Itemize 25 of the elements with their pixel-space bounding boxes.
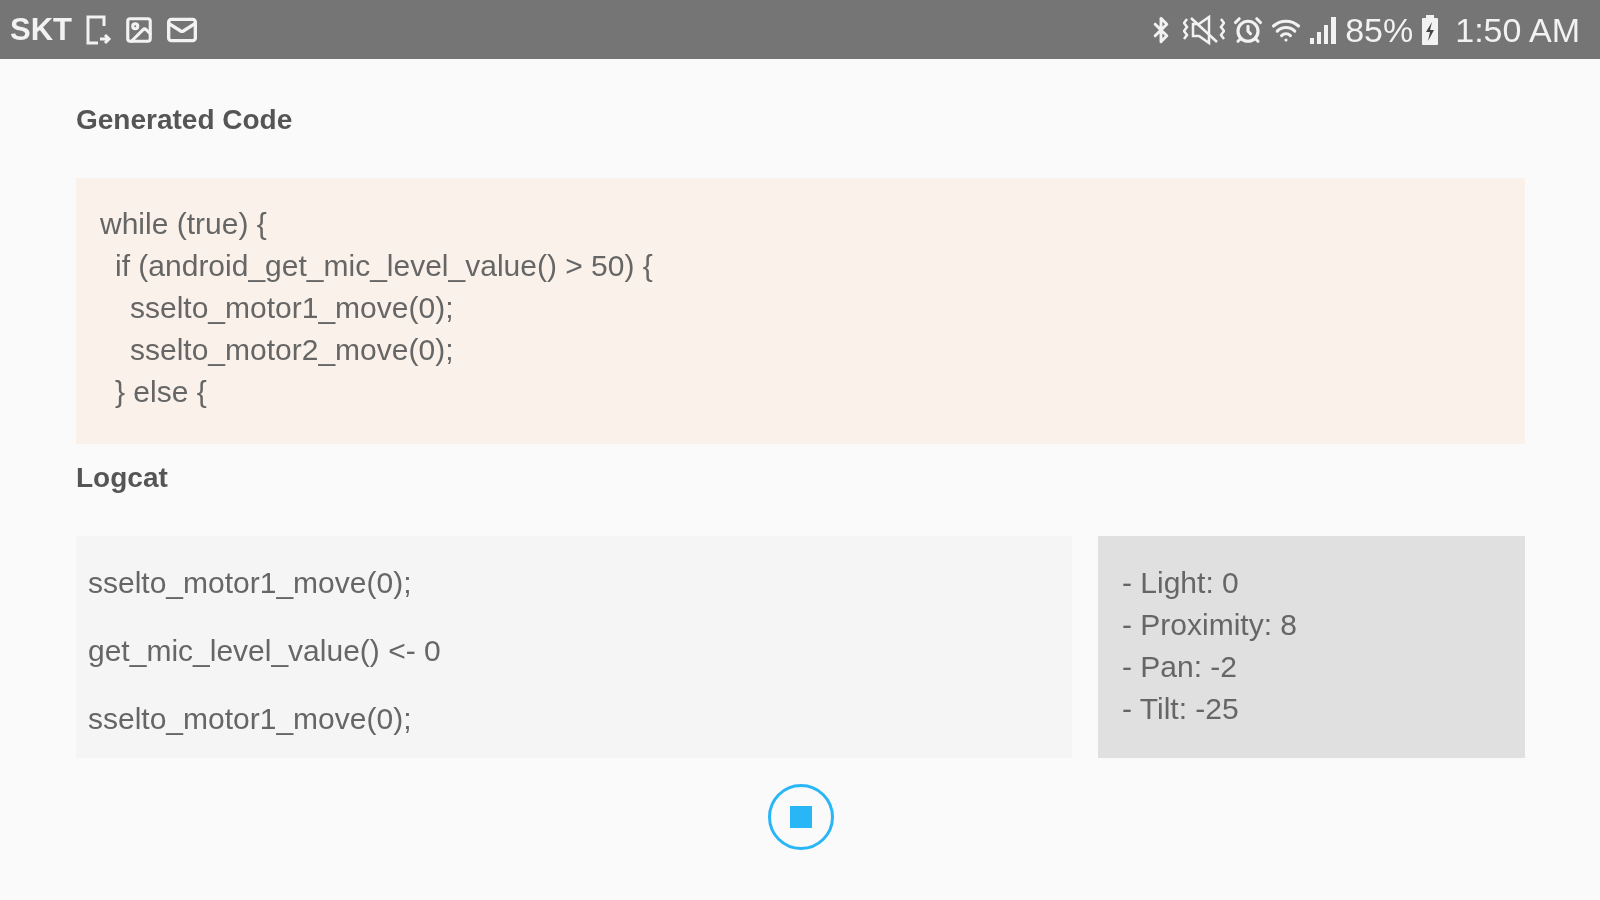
code-line: if (android_get_mic_level_value() > 50) { (115, 248, 653, 284)
code-line: sselto_motor2_move(0); (130, 332, 454, 368)
phone-screen-icon (84, 13, 112, 46)
alarm-clock-icon (1233, 14, 1264, 45)
section-heading: Logcat (76, 463, 168, 493)
stop-button[interactable] (767, 784, 834, 850)
battery-charging-icon (1421, 14, 1440, 45)
code-line: sselto_motor1_move(0); (130, 290, 454, 326)
log-entry: sselto_motor1_move(0); (88, 701, 412, 737)
carrier-name: SKT (10, 14, 72, 45)
sensor-reading: - Proximity: 8 (1122, 607, 1298, 643)
sensor-reading: - Tilt: -25 (1122, 691, 1239, 727)
clock-time: 1:50 AM (1455, 12, 1580, 47)
code-line: } else { (115, 374, 207, 410)
image-icon (124, 14, 154, 45)
battery-percentage: 85% (1345, 12, 1414, 47)
signal-bars-icon (1309, 15, 1338, 44)
log-entry: sselto_motor1_move(0); (88, 565, 412, 601)
section-heading: Generated Code (76, 105, 293, 135)
sensor-reading: - Light: 0 (1122, 565, 1239, 601)
muted-vibrate-icon (1183, 14, 1226, 45)
stop-icon (789, 806, 812, 828)
code-line: while (true) { (100, 206, 267, 242)
log-entry: get_mic_level_value() <- 0 (88, 633, 441, 669)
sensor-reading: - Pan: -2 (1122, 649, 1238, 685)
